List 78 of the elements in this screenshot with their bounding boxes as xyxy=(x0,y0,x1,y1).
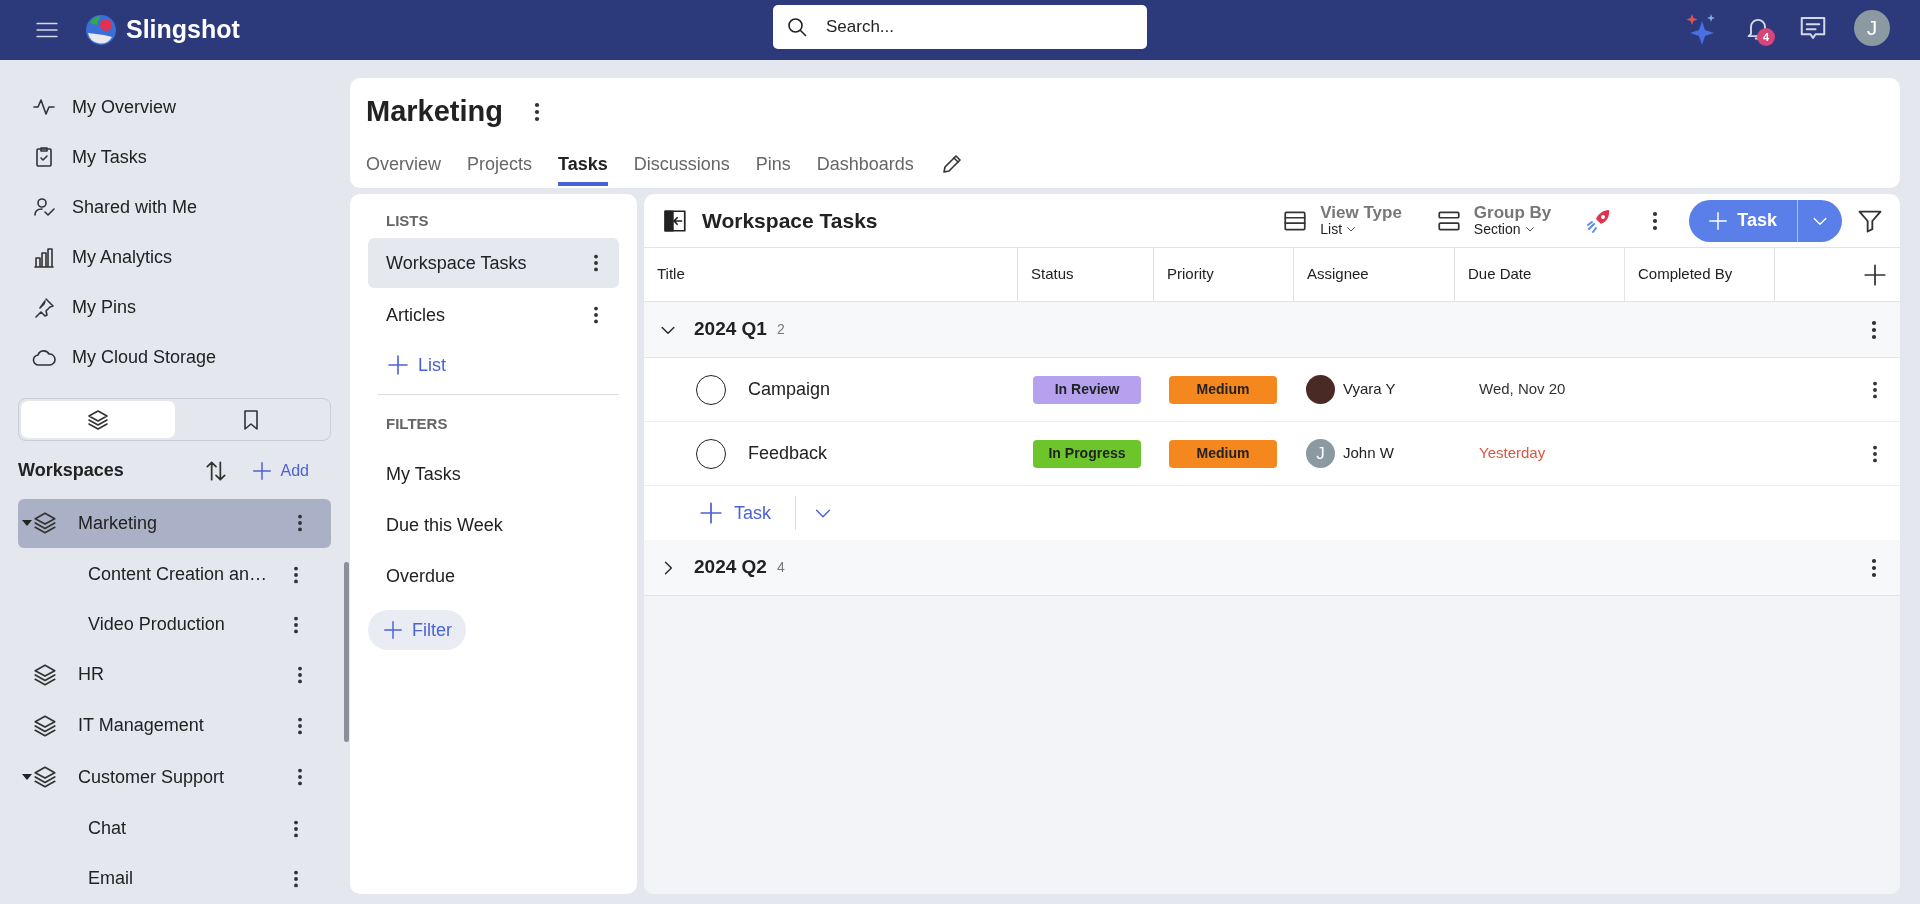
add-task-button[interactable]: Task xyxy=(698,496,796,530)
panel-title: Workspace Tasks xyxy=(702,207,879,234)
workspace-item[interactable]: HR xyxy=(18,650,331,700)
user-avatar: J xyxy=(1306,439,1335,468)
column-header[interactable]: Title xyxy=(644,248,1018,301)
add-workspace-button[interactable]: Add xyxy=(250,458,309,483)
collapse-panel-icon[interactable] xyxy=(662,207,688,234)
assignee-name: John W xyxy=(1343,443,1394,464)
page-tab[interactable]: Dashboards xyxy=(816,146,914,186)
nav-item[interactable]: My Overview xyxy=(18,82,331,133)
workspace-item[interactable]: Marketing xyxy=(18,498,331,548)
workspace-child-item[interactable]: Content Creation an… xyxy=(18,549,331,600)
page-tab[interactable]: Overview xyxy=(366,146,441,186)
workspaces-tab[interactable] xyxy=(21,401,175,439)
view-type-dropdown[interactable]: View Type List xyxy=(1282,204,1402,237)
logo-icon xyxy=(84,13,118,47)
priority-tag[interactable]: Medium xyxy=(1169,375,1277,404)
column-header[interactable]: Assignee xyxy=(1294,248,1455,301)
workspace-item[interactable]: IT Management xyxy=(18,701,331,751)
layers-icon xyxy=(85,407,110,432)
plus-icon xyxy=(250,459,273,482)
plus-icon xyxy=(386,353,410,377)
add-list-button[interactable]: List xyxy=(368,340,619,390)
nav-item[interactable]: My Pins xyxy=(18,282,331,333)
list-item[interactable]: Articles xyxy=(368,290,619,340)
nav-item[interactable]: My Analytics xyxy=(18,232,331,283)
page-title: Marketing xyxy=(366,94,503,130)
brand-name: Slingshot xyxy=(126,14,240,46)
nav-item[interactable]: My Tasks xyxy=(18,132,331,183)
column-header[interactable]: Priority xyxy=(1154,248,1294,301)
group-count: 2 xyxy=(776,320,786,339)
due-date: Yesterday xyxy=(1479,443,1546,464)
list-item[interactable]: Workspace Tasks xyxy=(368,238,619,288)
section-heading: FILTERS xyxy=(385,414,449,434)
nav-item[interactable]: Shared with Me xyxy=(18,182,331,233)
group-count: 4 xyxy=(776,558,786,577)
filter-item[interactable]: Overdue xyxy=(368,551,619,602)
column-header[interactable]: Status xyxy=(1018,248,1154,301)
page-tab[interactable]: Pins xyxy=(755,146,791,186)
filter-item[interactable]: Due this Week xyxy=(368,500,619,551)
column-header[interactable]: Completed By xyxy=(1625,248,1775,301)
workspace-item[interactable]: Customer Support xyxy=(18,752,331,802)
page-tab[interactable]: Projects xyxy=(467,146,533,186)
search-field[interactable]: Search... xyxy=(773,5,1147,49)
plus-icon xyxy=(698,500,724,526)
group-title: 2024 Q1 xyxy=(694,317,767,342)
section-heading: Workspaces xyxy=(18,459,125,483)
priority-tag[interactable]: Medium xyxy=(1169,439,1277,468)
page-tab[interactable]: Tasks xyxy=(558,146,608,186)
status-tag[interactable]: In Review xyxy=(1033,375,1141,404)
group-title: 2024 Q2 xyxy=(694,555,767,580)
expand-arrow-icon[interactable] xyxy=(22,520,32,527)
analytics-icon xyxy=(32,245,56,270)
avatar-photo xyxy=(1306,375,1335,404)
column-header[interactable]: Due Date xyxy=(1455,248,1625,301)
plus-icon xyxy=(382,619,404,641)
status-tag[interactable]: In Progress xyxy=(1033,439,1141,468)
layers-icon xyxy=(32,764,58,790)
nav-item[interactable]: My Cloud Storage xyxy=(18,332,331,384)
search-icon xyxy=(785,15,809,39)
plus-icon xyxy=(1707,209,1730,232)
task-title[interactable]: Feedback xyxy=(748,440,828,467)
workspace-child-item[interactable]: Chat xyxy=(18,803,331,854)
add-filter-button[interactable]: Filter xyxy=(368,610,466,650)
pins-icon xyxy=(32,295,56,320)
sidebar-view-toggle[interactable] xyxy=(18,398,331,442)
workspace-child-item[interactable]: Email xyxy=(18,853,331,904)
section-heading: LISTS xyxy=(385,211,430,231)
expand-arrow-icon[interactable] xyxy=(22,774,32,780)
page-tab[interactable]: Discussions xyxy=(633,146,730,186)
notification-badge: 4 xyxy=(1757,28,1775,46)
due-date: Wed, Nov 20 xyxy=(1479,379,1566,400)
group-by-dropdown[interactable]: Group By Section xyxy=(1435,204,1552,237)
scrollbar[interactable] xyxy=(344,562,349,742)
task-title[interactable]: Campaign xyxy=(748,376,831,403)
filter-item[interactable]: My Tasks xyxy=(368,449,619,500)
assignee-name: Vyara Y xyxy=(1343,379,1396,400)
workspace-child-item[interactable]: Video Production xyxy=(18,599,331,651)
